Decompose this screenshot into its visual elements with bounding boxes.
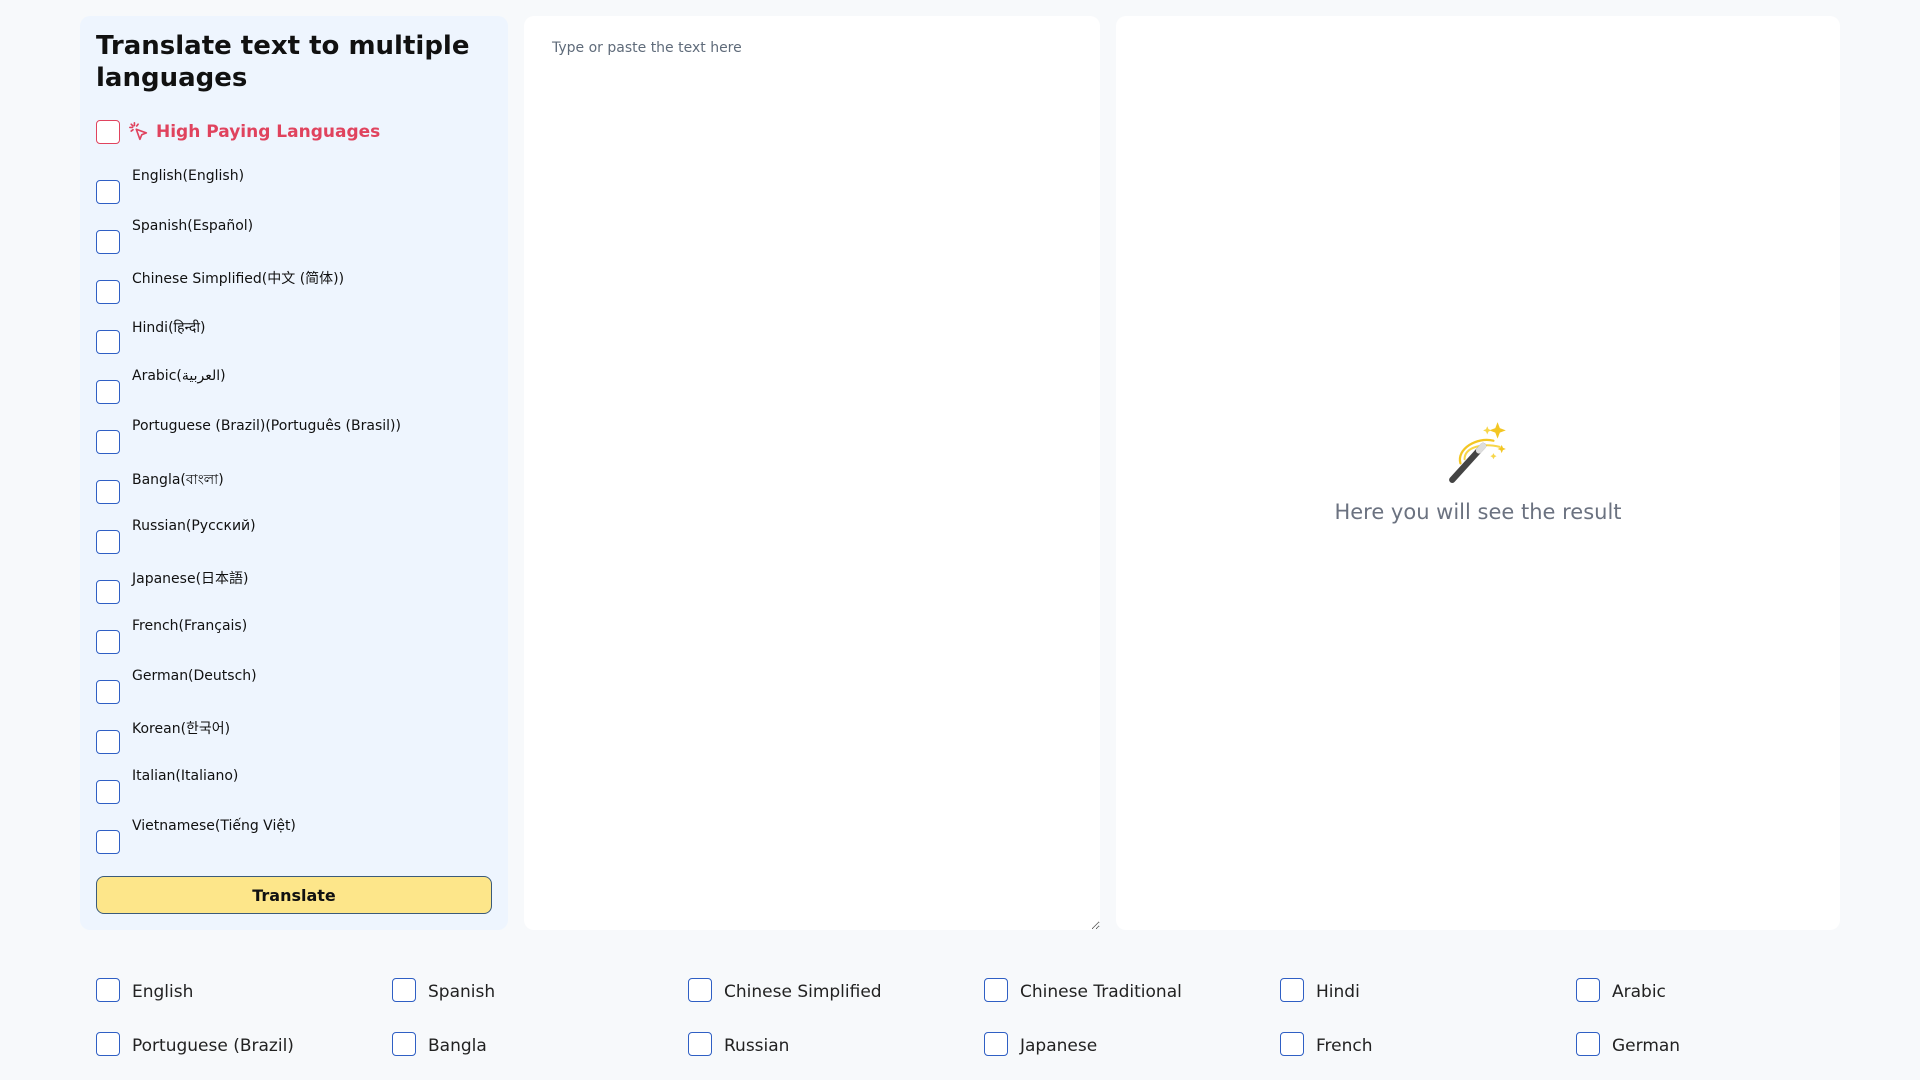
bottom-language-label: Hindi: [1316, 982, 1360, 1002]
bottom-language-label: Russian: [724, 1036, 790, 1056]
bottom-language-checkbox[interactable]: [688, 1032, 712, 1056]
language-label: Spanish(Español): [132, 218, 254, 234]
language-label: Italian(Italiano): [132, 768, 239, 784]
bottom-language-label: Japanese: [1020, 1036, 1098, 1056]
high-paying-label: High Paying Languages: [156, 122, 381, 142]
bottom-language-label: Bangla: [428, 1036, 487, 1056]
language-sidebar: Translate text to multiple languages Hig…: [80, 16, 508, 930]
language-checkbox[interactable]: [96, 280, 120, 304]
language-label: Portuguese (Brazil)(Português (Brasil)): [132, 418, 401, 434]
language-label: French(Français): [132, 618, 248, 634]
language-label: Russian(Русский): [132, 518, 256, 534]
language-checkbox[interactable]: [96, 830, 120, 854]
bottom-language-checkbox[interactable]: [392, 1032, 416, 1056]
language-checkbox[interactable]: [96, 230, 120, 254]
language-checkbox[interactable]: [96, 780, 120, 804]
language-checkbox[interactable]: [96, 630, 120, 654]
bottom-language-label: Arabic: [1612, 982, 1666, 1002]
bottom-language-checkbox[interactable]: [96, 978, 120, 1002]
page-title: Translate text to multiple languages: [96, 31, 470, 93]
language-label: German(Deutsch): [132, 668, 257, 684]
bottom-language-checkbox[interactable]: [984, 1032, 1008, 1056]
source-text-input[interactable]: [524, 16, 1100, 930]
magic-wand-icon: [1449, 422, 1506, 483]
language-checkbox[interactable]: [96, 380, 120, 404]
bottom-language-checkbox[interactable]: [392, 978, 416, 1002]
language-label: Vietnamese(Tiếng Việt): [132, 818, 296, 834]
translate-button[interactable]: Translate: [96, 876, 492, 914]
bottom-language-label: Portuguese (Brazil): [132, 1036, 294, 1056]
language-checkbox[interactable]: [96, 730, 120, 754]
language-label: Hindi(हिन्दी): [132, 320, 206, 336]
language-checkbox[interactable]: [96, 480, 120, 504]
language-checkbox[interactable]: [96, 330, 120, 354]
language-label: Chinese Simplified(中文 (简体)): [132, 271, 345, 287]
bottom-language-checkbox[interactable]: [96, 1032, 120, 1056]
language-checkbox[interactable]: [96, 530, 120, 554]
language-label: English(English): [132, 168, 245, 184]
bottom-language-checkbox[interactable]: [1576, 1032, 1600, 1056]
bottom-language-label: French: [1316, 1036, 1373, 1056]
language-checkbox[interactable]: [96, 180, 120, 204]
language-label: Japanese(日本語): [132, 571, 249, 587]
language-label: Korean(한국어): [132, 721, 231, 737]
bottom-language-label: Chinese Simplified: [724, 982, 882, 1002]
bottom-language-checkbox[interactable]: [1576, 978, 1600, 1002]
input-panel: [524, 16, 1100, 930]
language-label: Bangla(বাংলা): [132, 472, 224, 488]
high-paying-checkbox[interactable]: [96, 120, 120, 144]
bottom-language-checkbox[interactable]: [688, 978, 712, 1002]
result-panel: Here you will see the result: [1116, 16, 1840, 930]
bottom-language-label: Spanish: [428, 982, 496, 1002]
language-label: Arabic(العربية): [132, 368, 226, 384]
bottom-language-checkbox[interactable]: [1280, 978, 1304, 1002]
cursor-click-icon: [129, 122, 148, 141]
language-checkbox[interactable]: [96, 580, 120, 604]
bottom-language-label: Chinese Traditional: [1020, 982, 1182, 1002]
language-checkbox[interactable]: [96, 680, 120, 704]
bottom-language-label: German: [1612, 1036, 1681, 1056]
bottom-language-checkbox[interactable]: [1280, 1032, 1304, 1056]
bottom-language-label: English: [132, 982, 194, 1002]
high-paying-row: High Paying Languages: [96, 120, 380, 144]
bottom-language-checkbox[interactable]: [984, 978, 1008, 1002]
result-placeholder: Here you will see the result: [1334, 500, 1622, 524]
language-checkbox[interactable]: [96, 430, 120, 454]
